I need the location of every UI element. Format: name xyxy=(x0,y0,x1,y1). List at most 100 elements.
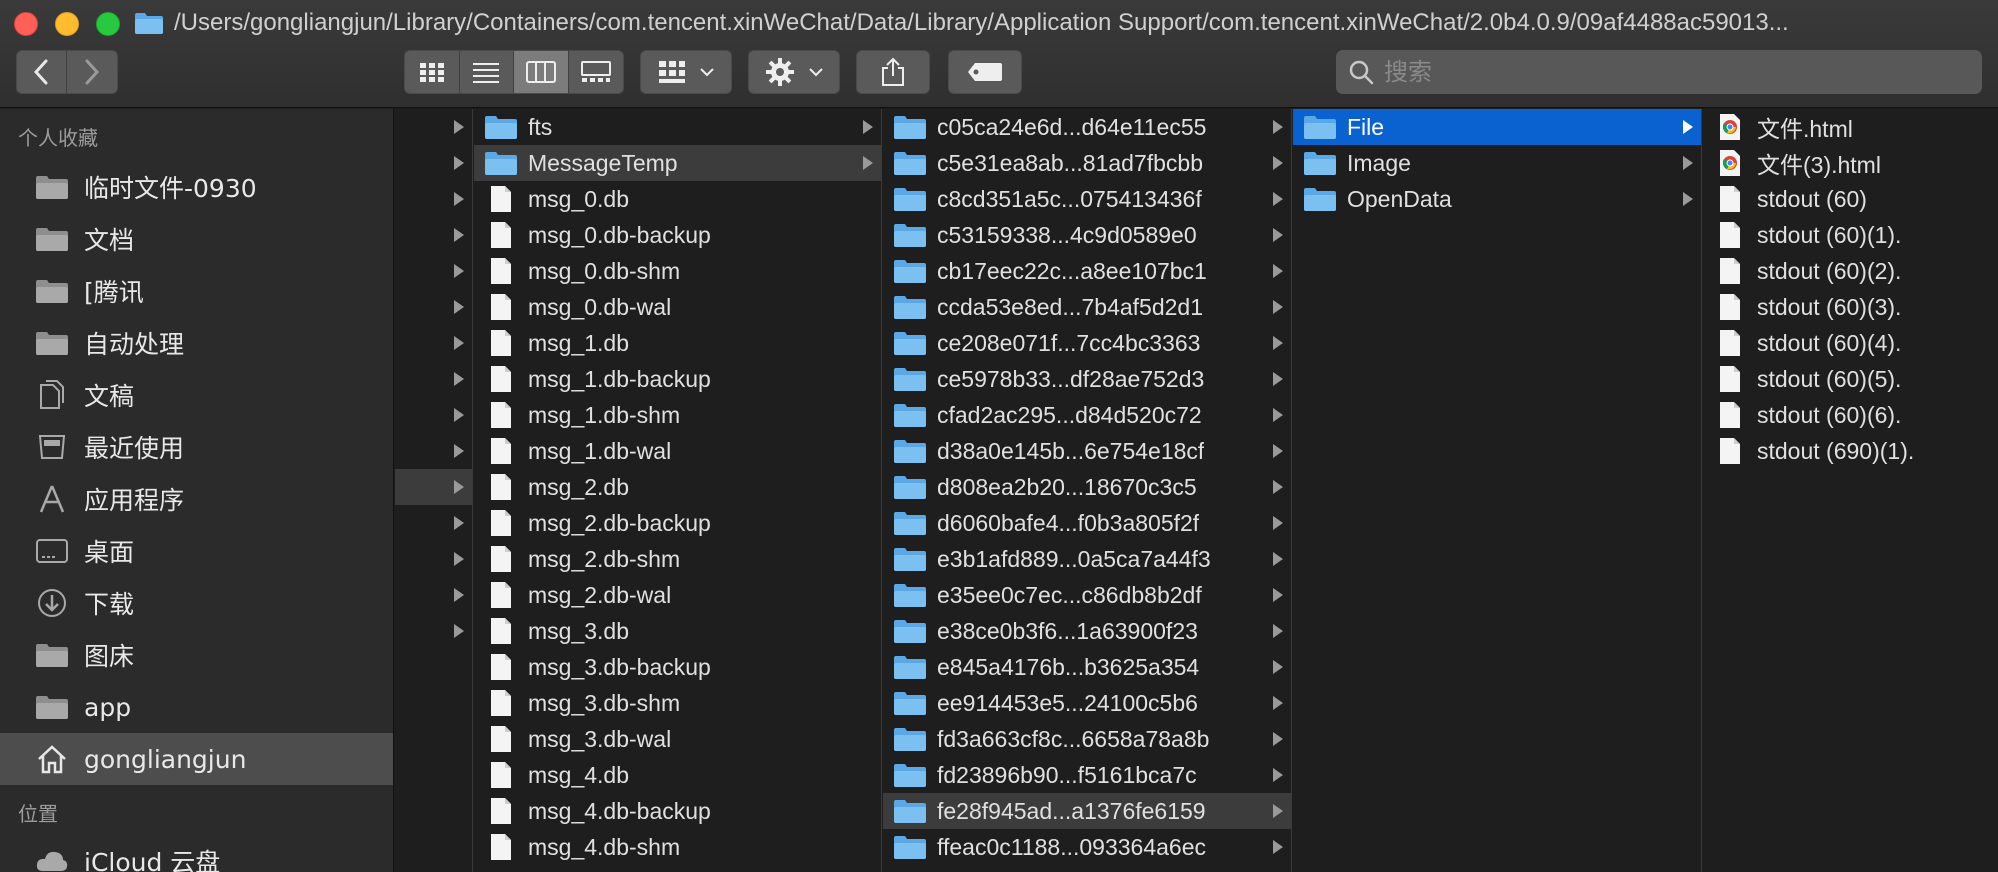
file-row[interactable]: stdout (60)(5). xyxy=(1703,361,1998,397)
file-row[interactable]: fd23896b90...f5161bca7c xyxy=(883,757,1291,793)
file-row[interactable]: msg_2.db-wal xyxy=(474,577,881,613)
browser-column-4[interactable]: 文件.html 文件(3).html stdout (60) stdout (60)(… xyxy=(1703,109,1998,872)
file-row[interactable]: msg_3.db-backup xyxy=(474,649,881,685)
file-row[interactable]: msg_0.db-shm xyxy=(474,253,881,289)
file-row[interactable] xyxy=(395,325,472,361)
sidebar-favorite-item[interactable]: 文稿 xyxy=(0,369,393,421)
file-row[interactable]: fts xyxy=(474,109,881,145)
file-row[interactable]: c53159338...4c9d0589e0 xyxy=(883,217,1291,253)
file-row[interactable]: ee914453e5...24100c5b6 xyxy=(883,685,1291,721)
file-row[interactable] xyxy=(395,361,472,397)
browser-column-0[interactable] xyxy=(395,109,473,872)
file-row[interactable]: msg_2.db-backup xyxy=(474,505,881,541)
file-row[interactable]: d38a0e145b...6e754e18cf xyxy=(883,433,1291,469)
file-row[interactable]: ffeac0c1188...093364a6ec xyxy=(883,829,1291,865)
search-input[interactable] xyxy=(1384,58,1944,86)
file-row[interactable]: msg_4.db-backup xyxy=(474,793,881,829)
browser-column-1[interactable]: fts MessageTemp msg_0.db msg_0.db-backup msg… xyxy=(474,109,882,872)
sidebar-favorite-item[interactable]: 自动处理 xyxy=(0,317,393,369)
file-row[interactable] xyxy=(395,433,472,469)
file-row[interactable]: cfad2ac295...d84d520c72 xyxy=(883,397,1291,433)
sidebar-favorite-item[interactable]: 桌面 xyxy=(0,525,393,577)
group-by-button[interactable] xyxy=(640,50,732,94)
sidebar-favorite-item[interactable]: 图床 xyxy=(0,629,393,681)
browser-column-2[interactable]: c05ca24e6d...d64e11ec55 c5e31ea8ab...81ad… xyxy=(883,109,1292,872)
forward-button[interactable] xyxy=(67,51,117,93)
file-row[interactable]: stdout (60) xyxy=(1703,181,1998,217)
file-row[interactable]: msg_3.db-shm xyxy=(474,685,881,721)
file-row[interactable]: msg_1.db-shm xyxy=(474,397,881,433)
file-row[interactable]: stdout (60)(3). xyxy=(1703,289,1998,325)
file-row[interactable]: fd3a663cf8c...6658a78a8b xyxy=(883,721,1291,757)
sidebar-favorite-item[interactable]: 应用程序 xyxy=(0,473,393,525)
file-row[interactable]: msg_0.db-backup xyxy=(474,217,881,253)
file-row[interactable]: ce5978b33...df28ae752d3 xyxy=(883,361,1291,397)
file-row[interactable]: MessageTemp xyxy=(474,145,881,181)
close-window-button[interactable] xyxy=(14,12,38,36)
sidebar-favorite-item[interactable]: 下载 xyxy=(0,577,393,629)
file-row[interactable]: ce208e071f...7cc4bc3363 xyxy=(883,325,1291,361)
file-row[interactable] xyxy=(395,181,472,217)
back-button[interactable] xyxy=(17,51,67,93)
sidebar-favorite-item[interactable]: 文档 xyxy=(0,213,393,265)
action-menu-button[interactable] xyxy=(748,50,840,94)
sidebar-favorite-item[interactable]: 临时文件-0930 xyxy=(0,161,393,213)
file-row[interactable]: msg_3.db-wal xyxy=(474,721,881,757)
file-row[interactable]: stdout (60)(6). xyxy=(1703,397,1998,433)
sidebar-favorite-item[interactable]: 最近使用 xyxy=(0,421,393,473)
file-row[interactable]: Image xyxy=(1293,145,1701,181)
browser-column-3[interactable]: File Image OpenData xyxy=(1293,109,1702,872)
file-row[interactable]: ccda53e8ed...7b4af5d2d1 xyxy=(883,289,1291,325)
file-row[interactable]: c8cd351a5c...075413436f xyxy=(883,181,1291,217)
file-row[interactable]: msg_4.db xyxy=(474,757,881,793)
file-row[interactable]: stdout (60)(1). xyxy=(1703,217,1998,253)
zoom-window-button[interactable] xyxy=(96,12,120,36)
file-row[interactable]: msg_3.db xyxy=(474,613,881,649)
file-row[interactable] xyxy=(395,469,472,505)
tags-button[interactable] xyxy=(948,50,1022,94)
file-row[interactable] xyxy=(395,289,472,325)
file-row[interactable]: cb17eec22c...a8ee107bc1 xyxy=(883,253,1291,289)
file-row[interactable]: e845a4176b...b3625a354 xyxy=(883,649,1291,685)
file-row[interactable]: e3b1afd889...0a5ca7a44f3 xyxy=(883,541,1291,577)
sidebar-favorite-item[interactable]: app xyxy=(0,681,393,733)
sidebar-favorite-item[interactable]: [腾讯 xyxy=(0,265,393,317)
file-row[interactable]: c05ca24e6d...d64e11ec55 xyxy=(883,109,1291,145)
search-field[interactable] xyxy=(1336,50,1982,94)
file-row[interactable] xyxy=(395,541,472,577)
file-row[interactable]: msg_4.db-shm xyxy=(474,829,881,865)
minimize-window-button[interactable] xyxy=(55,12,79,36)
sidebar-favorite-item[interactable]: gongliangjun xyxy=(0,733,393,785)
gallery-view-button[interactable] xyxy=(569,51,624,93)
file-row[interactable]: stdout (60)(2). xyxy=(1703,253,1998,289)
file-row[interactable] xyxy=(395,109,472,145)
file-row[interactable]: e35ee0c7ec...c86db8b2df xyxy=(883,577,1291,613)
file-row[interactable]: File xyxy=(1293,109,1701,145)
column-view-button[interactable] xyxy=(514,51,569,93)
file-row[interactable]: fe28f945ad...a1376fe6159 xyxy=(883,793,1291,829)
file-row[interactable]: c5e31ea8ab...81ad7fbcbb xyxy=(883,145,1291,181)
file-row[interactable]: msg_2.db-shm xyxy=(474,541,881,577)
file-row[interactable]: msg_0.db-wal xyxy=(474,289,881,325)
file-row[interactable] xyxy=(395,217,472,253)
file-row[interactable]: e38ce0b3f6...1a63900f23 xyxy=(883,613,1291,649)
file-row[interactable]: d6060bafe4...f0b3a805f2f xyxy=(883,505,1291,541)
share-button[interactable] xyxy=(856,50,930,94)
file-row[interactable]: stdout (60)(4). xyxy=(1703,325,1998,361)
file-row[interactable] xyxy=(395,505,472,541)
file-row[interactable]: d808ea2b20...18670c3c5 xyxy=(883,469,1291,505)
file-row[interactable]: msg_0.db xyxy=(474,181,881,217)
sidebar-location-item[interactable]: iCloud 云盘 xyxy=(0,835,393,872)
file-row[interactable]: 文件(3).html xyxy=(1703,145,1998,181)
file-row[interactable] xyxy=(395,577,472,613)
file-row[interactable]: 文件.html xyxy=(1703,109,1998,145)
file-row[interactable] xyxy=(395,253,472,289)
file-row[interactable]: OpenData xyxy=(1293,181,1701,217)
file-row[interactable]: msg_1.db-wal xyxy=(474,433,881,469)
file-row[interactable]: stdout (690)(1). xyxy=(1703,433,1998,469)
file-row[interactable] xyxy=(395,613,472,649)
file-row[interactable] xyxy=(395,145,472,181)
icon-view-button[interactable] xyxy=(405,51,460,93)
file-row[interactable]: msg_1.db xyxy=(474,325,881,361)
file-row[interactable]: msg_1.db-backup xyxy=(474,361,881,397)
